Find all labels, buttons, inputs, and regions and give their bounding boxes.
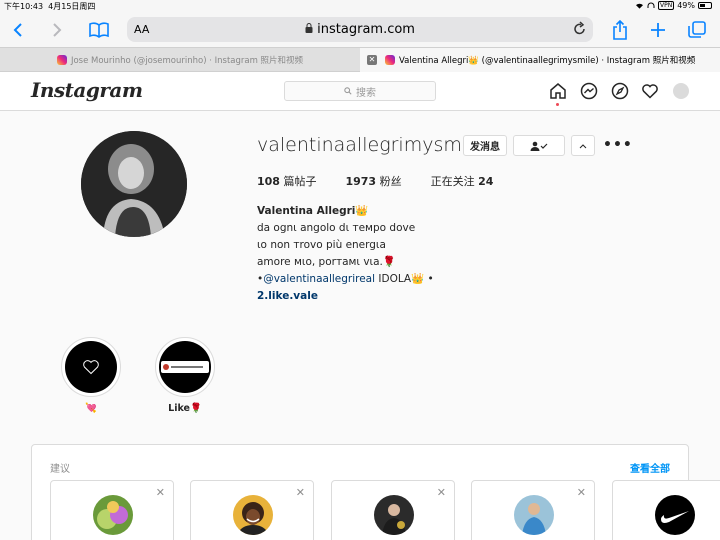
notification-dot xyxy=(556,103,559,106)
close-tab-icon[interactable]: ✕ xyxy=(367,55,377,65)
profile-stats: 108 篇帖子 1973 粉丝 正在关注 24 xyxy=(257,173,522,189)
instagram-favicon-icon xyxy=(385,55,395,65)
tab-title: Jose Mourinho (@josemourinho) · Instagra… xyxy=(70,56,304,66)
bio-line: amore мιo, porтaмι vιa.🌹 xyxy=(257,256,396,268)
suggestion-card[interactable] xyxy=(612,480,720,540)
back-icon[interactable] xyxy=(6,18,30,42)
heart-activity-icon[interactable] xyxy=(641,82,659,100)
browser-tab-bar: Jose Mourinho (@josemourinho) · Instagra… xyxy=(0,47,720,72)
status-bar: 下午10:43 4月15日周四 VPN 49% xyxy=(0,0,720,13)
dismiss-icon[interactable]: ✕ xyxy=(437,486,446,499)
highlight-label: 💘 xyxy=(85,403,97,414)
tabs-overview-icon[interactable] xyxy=(685,18,709,42)
bookmarks-icon[interactable] xyxy=(87,18,111,42)
search-icon xyxy=(344,87,352,95)
address-bar[interactable]: AA instagram.com xyxy=(127,17,593,42)
suggestion-card[interactable]: ✕ xyxy=(190,480,314,540)
search-placeholder: 搜索 xyxy=(356,87,376,99)
dismiss-icon[interactable]: ✕ xyxy=(296,486,305,499)
messenger-icon[interactable] xyxy=(580,82,598,100)
profile-avatar[interactable] xyxy=(81,131,187,237)
suggestion-card[interactable]: ✕ xyxy=(331,480,455,540)
search-input[interactable]: 搜索 xyxy=(284,81,436,101)
home-icon[interactable] xyxy=(549,82,567,100)
followers-stat[interactable]: 1973 粉丝 xyxy=(345,173,401,189)
message-button[interactable]: 发消息 xyxy=(463,135,507,156)
see-all-link[interactable]: 查看全部 xyxy=(630,460,670,475)
status-date: 4月15日周四 xyxy=(48,2,96,11)
share-icon[interactable] xyxy=(608,18,632,42)
suggestion-card[interactable]: ✕ xyxy=(50,480,174,540)
following-status-button[interactable] xyxy=(513,135,565,156)
highlight-label: Like🌹 xyxy=(168,403,202,414)
nike-logo-icon xyxy=(661,511,689,523)
address-url: instagram.com xyxy=(317,22,415,37)
own-profile-avatar[interactable] xyxy=(673,83,689,99)
following-stat[interactable]: 正在关注 24 xyxy=(431,173,494,189)
suggestion-avatar[interactable] xyxy=(655,495,695,535)
forward-icon[interactable] xyxy=(45,18,69,42)
dismiss-icon[interactable]: ✕ xyxy=(577,486,586,499)
bio-website-link[interactable]: 2.like.vale xyxy=(257,288,434,305)
browser-toolbar: AA instagram.com xyxy=(0,13,720,47)
tab-mourinho[interactable]: Jose Mourinho (@josemourinho) · Instagra… xyxy=(0,48,360,72)
suggestion-avatar[interactable] xyxy=(93,495,133,535)
posts-stat[interactable]: 108 篇帖子 xyxy=(257,173,316,189)
highlight-item[interactable]: Like🌹 xyxy=(155,337,215,414)
profile-username: valentinaallegrimysmile xyxy=(257,134,485,156)
battery-icon xyxy=(698,2,712,9)
vpn-badge: VPN xyxy=(658,1,675,10)
lock-icon xyxy=(305,23,313,33)
tab-valentina[interactable]: ✕ Valentina Allegri👑 (@valentinaallegrim… xyxy=(360,48,720,72)
suggestion-card[interactable]: ✕ xyxy=(471,480,595,540)
instagram-header: Instagram 搜索 xyxy=(0,72,720,111)
tab-title: Valentina Allegri👑 (@valentinaallegrimys… xyxy=(399,56,696,66)
status-time: 下午10:43 xyxy=(4,2,44,11)
bio-line: ιo non тrovo più energιa xyxy=(257,239,386,251)
explore-compass-icon[interactable] xyxy=(611,82,629,100)
suggested-toggle-button[interactable] xyxy=(571,135,595,156)
profile-bio: Valentina Allegri👑 da ognι angolo dι тeм… xyxy=(257,203,434,305)
headphones-icon xyxy=(647,2,655,8)
highlight-item[interactable]: 💘 xyxy=(61,337,121,414)
suggestions-title: 建议 xyxy=(50,464,70,475)
wifi-icon xyxy=(636,3,643,9)
chevron-up-icon xyxy=(579,143,587,148)
battery-percent: 49% xyxy=(677,1,695,10)
bio-line: da ognι angolo dι тeмpo dove xyxy=(257,222,416,234)
suggestions-panel: 建议 查看全部 ✕ ✕ ✕ ✕ xyxy=(31,444,720,540)
reload-icon[interactable] xyxy=(573,21,587,37)
bio-full-name: Valentina Allegri👑 xyxy=(257,205,369,217)
bio-mention-link[interactable]: @valentinaallegrireal xyxy=(263,273,375,285)
suggestion-avatar[interactable] xyxy=(514,495,554,535)
instagram-logo[interactable]: Instagram xyxy=(31,78,143,102)
highlight-cover-image xyxy=(161,361,209,373)
person-check-icon xyxy=(530,141,548,151)
new-tab-icon[interactable] xyxy=(646,18,670,42)
dismiss-icon[interactable]: ✕ xyxy=(156,486,165,499)
instagram-favicon-icon xyxy=(56,55,67,65)
more-options-icon[interactable]: ••• xyxy=(603,137,633,153)
suggestion-avatar[interactable] xyxy=(233,495,273,535)
heart-outline-icon xyxy=(83,360,99,375)
suggestion-avatar[interactable] xyxy=(374,495,414,535)
